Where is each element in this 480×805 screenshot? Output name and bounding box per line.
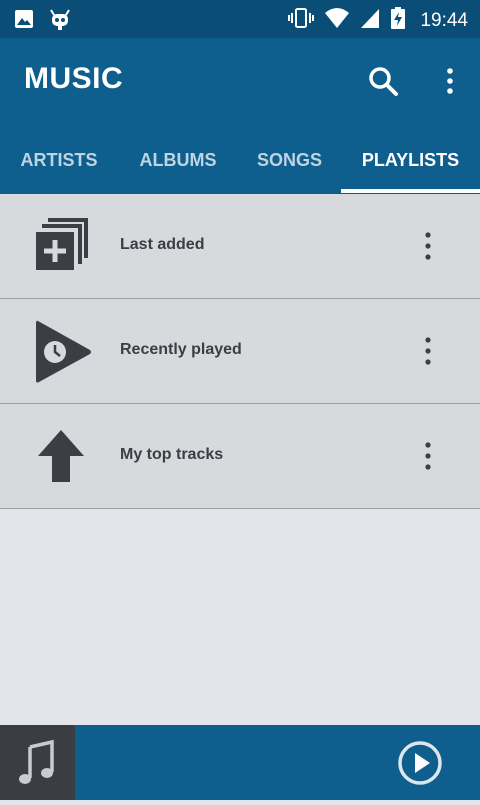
- arrow-up-icon: [30, 428, 94, 484]
- status-bar: 19:44: [0, 0, 480, 38]
- vibrate-icon: [288, 6, 315, 35]
- album-art[interactable]: [0, 725, 75, 800]
- playlist-label: Recently played: [120, 341, 242, 358]
- tab-playlists[interactable]: PLAYLISTS: [341, 134, 480, 194]
- playlist-item-last-added[interactable]: Last added: [0, 194, 480, 299]
- library-add-icon: [30, 218, 94, 274]
- playlist-list: Last added Recently played My top tracks: [0, 194, 480, 509]
- tab-songs[interactable]: SONGS: [238, 134, 341, 194]
- search-button[interactable]: [366, 64, 400, 98]
- tab-indicator: [341, 189, 480, 193]
- tab-bar: ARTISTS ALBUMS SONGS PLAYLISTS: [0, 134, 480, 194]
- playlist-label: My top tracks: [120, 446, 224, 463]
- playlist-item-recently-played[interactable]: Recently played: [0, 299, 480, 404]
- app-bar: MUSIC ARTISTS ALBUMS SONGS PLAYLISTS: [0, 38, 480, 194]
- item-menu-button[interactable]: [416, 440, 440, 472]
- item-menu-button[interactable]: [416, 230, 440, 262]
- playlist-label: Last added: [120, 236, 205, 253]
- music-note-icon: [19, 739, 54, 784]
- clock: 19:44: [420, 9, 468, 31]
- overflow-menu-button[interactable]: [440, 64, 460, 98]
- more-vert-icon: [425, 442, 431, 470]
- image-icon: [14, 9, 34, 34]
- now-playing-bar[interactable]: [0, 725, 480, 800]
- more-vert-icon: [425, 232, 431, 260]
- item-menu-button[interactable]: [416, 335, 440, 367]
- play-circle-icon: [398, 741, 442, 785]
- search-icon: [369, 67, 398, 96]
- recent-play-icon: [30, 320, 94, 383]
- play-button[interactable]: [396, 739, 444, 787]
- signal-icon: [360, 7, 380, 34]
- wifi-icon: [324, 7, 350, 34]
- cyanogen-bot-icon: [48, 7, 72, 36]
- more-vert-icon: [425, 337, 431, 365]
- app-title: MUSIC: [24, 62, 124, 95]
- battery-charging-icon: [390, 6, 406, 35]
- tab-albums[interactable]: ALBUMS: [118, 134, 238, 194]
- tab-artists[interactable]: ARTISTS: [0, 134, 118, 194]
- playlist-item-my-top-tracks[interactable]: My top tracks: [0, 404, 480, 509]
- more-vert-icon: [447, 68, 453, 94]
